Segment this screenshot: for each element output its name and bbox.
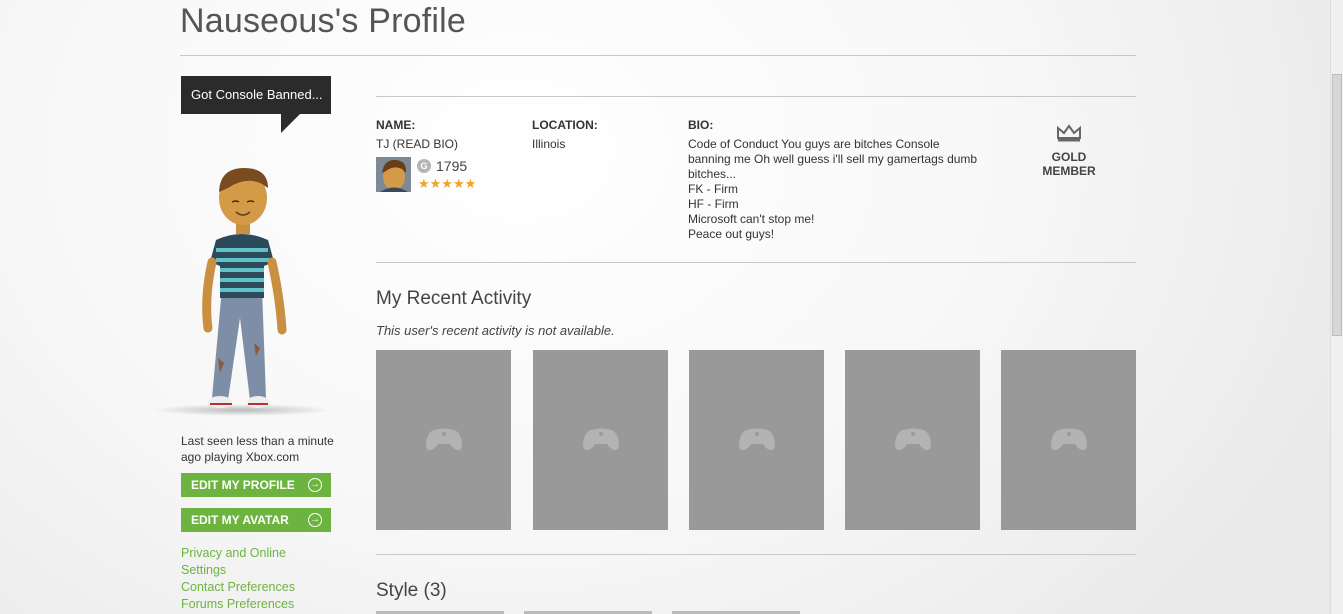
info-bottom-divider: [376, 262, 1136, 263]
motto-bubble: Got Console Banned...: [181, 76, 331, 114]
gold-member-label: GOLD MEMBER: [1042, 150, 1096, 178]
forums-preferences-link[interactable]: Forums Preferences: [181, 596, 321, 613]
activity-tile[interactable]: [1001, 350, 1136, 530]
bio-line: FK - Firm: [688, 182, 738, 196]
controller-icon: [894, 428, 931, 451]
controller-icon: [738, 428, 775, 451]
last-seen-text: Last seen less than a minute ago playing…: [181, 434, 334, 464]
gamerpic-image: [376, 157, 411, 192]
activity-bottom-divider: [376, 554, 1136, 555]
bio-line: Peace out guys!: [688, 227, 775, 241]
bio-line: bitches...: [688, 167, 737, 181]
controller-icon: [1050, 428, 1087, 451]
edit-profile-button[interactable]: EDIT MY PROFILE →: [181, 473, 331, 497]
page-title: Nauseous's Profile: [180, 2, 467, 40]
scrollbar-thumb[interactable]: [1332, 74, 1342, 336]
activity-tile[interactable]: [376, 350, 511, 530]
name-label: NAME:: [376, 118, 416, 132]
settings-links: Privacy and Online Settings Contact Pref…: [181, 545, 321, 613]
reputation-stars: ★★★★★: [418, 176, 477, 191]
controller-icon: [425, 428, 462, 451]
gamerpic-avatar[interactable]: [376, 157, 411, 192]
bio-line: banning me Oh well guess i'll sell my ga…: [688, 152, 978, 166]
bio-text: Code of Conduct You guys are bitches Con…: [688, 137, 988, 242]
activity-tile[interactable]: [845, 350, 980, 530]
edit-avatar-button[interactable]: EDIT MY AVATAR →: [181, 508, 331, 532]
location-value: Illinois: [532, 137, 566, 151]
arrow-right-circle-icon: →: [308, 478, 322, 492]
controller-icon: [582, 428, 619, 451]
bio-label: BIO:: [688, 118, 714, 132]
gamerscore-value: 1795: [436, 158, 468, 174]
contact-preferences-link[interactable]: Contact Preferences: [181, 579, 321, 596]
edit-profile-label: EDIT MY PROFILE: [191, 478, 295, 492]
bio-line: Microsoft can't stop me!: [688, 212, 815, 226]
edit-avatar-label: EDIT MY AVATAR: [191, 513, 289, 527]
gold-membership-badge: GOLD MEMBER: [1024, 124, 1114, 178]
recent-activity-note: This user's recent activity is not avail…: [376, 323, 615, 338]
activity-tile[interactable]: [533, 350, 668, 530]
info-top-divider: [376, 96, 1136, 97]
activity-tile[interactable]: [689, 350, 824, 530]
privacy-settings-link[interactable]: Privacy and Online Settings: [181, 545, 321, 579]
style-section-title: Style (3): [376, 580, 447, 601]
title-divider: [180, 55, 1136, 56]
vertical-scrollbar[interactable]: [1330, 0, 1343, 614]
bio-line: HF - Firm: [688, 197, 739, 211]
location-label: LOCATION:: [532, 118, 598, 132]
motto-bubble-tail: [281, 113, 301, 133]
recent-activity-title: My Recent Activity: [376, 288, 532, 309]
avatar-figure: [152, 168, 332, 416]
gamerscore-icon: G: [417, 159, 431, 173]
arrow-right-circle-icon: →: [308, 513, 322, 527]
crown-icon: [1057, 124, 1081, 142]
bio-line: Code of Conduct You guys are bitches Con…: [688, 137, 940, 151]
name-value: TJ (READ BIO): [376, 137, 459, 151]
